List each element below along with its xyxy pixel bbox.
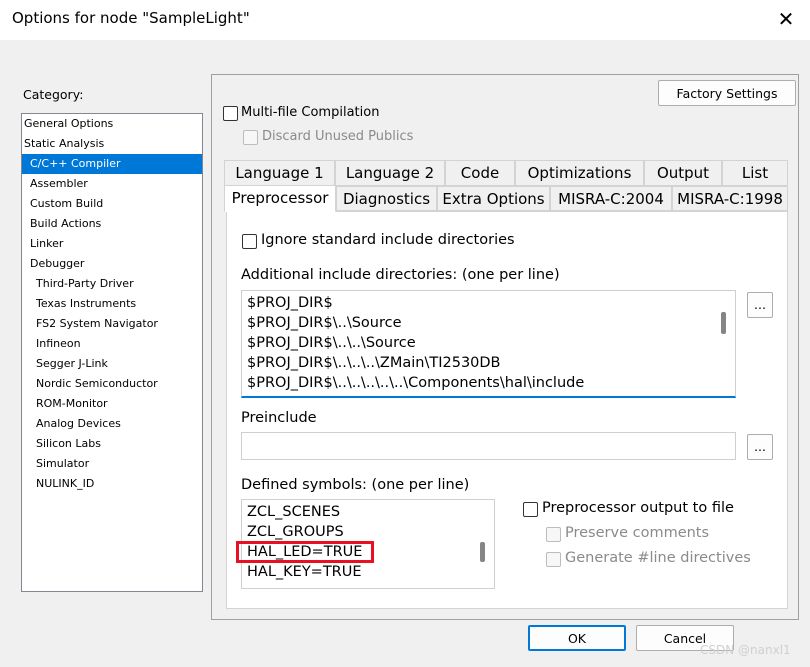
category-item-custom-build[interactable]: Custom Build (22, 194, 202, 214)
tab-list[interactable]: List (722, 160, 788, 186)
tab-optimizations[interactable]: Optimizations (515, 160, 644, 186)
preprocessor-output-checkbox[interactable] (523, 502, 538, 517)
defined-symbol-line: ZCL_SCENES (247, 504, 341, 520)
window-title: Options for node "SampleLight" (12, 9, 250, 27)
ignore-standard-include-checkbox[interactable] (242, 234, 257, 249)
tab-misra-c-1998[interactable]: MISRA-C:1998 (672, 186, 788, 211)
include-dirs-scrollbar[interactable] (721, 312, 726, 334)
tab-extra-options[interactable]: Extra Options (437, 186, 550, 211)
tab-language-1[interactable]: Language 1 (224, 160, 335, 186)
preinclude-browse-button[interactable]: ... (747, 434, 773, 460)
preprocessor-output-label: Preprocessor output to file (542, 500, 734, 516)
category-item-fs2-system-navigator[interactable]: FS2 System Navigator (22, 314, 202, 334)
category-item-assembler[interactable]: Assembler (22, 174, 202, 194)
factory-settings-button[interactable]: Factory Settings (658, 80, 796, 106)
category-item-rom-monitor[interactable]: ROM-Monitor (22, 394, 202, 414)
close-button[interactable]: ✕ (770, 6, 802, 34)
defined-symbols-scrollbar[interactable] (480, 542, 485, 562)
tab-preprocessor[interactable]: Preprocessor (224, 185, 336, 212)
ignore-standard-include-label: Ignore standard include directories (261, 232, 515, 248)
include-dirs-textarea[interactable]: $PROJ_DIR$ $PROJ_DIR$\..\Source $PROJ_DI… (241, 290, 736, 398)
discard-unused-publics-label: Discard Unused Publics (262, 129, 414, 144)
line-directives-checkbox[interactable] (546, 552, 561, 567)
preserve-comments-checkbox[interactable] (546, 527, 561, 542)
close-icon: ✕ (777, 7, 795, 31)
highlight-box (236, 541, 374, 563)
line-directives-label: Generate #line directives (565, 550, 751, 566)
include-dirs-browse-button[interactable]: ... (747, 292, 773, 318)
category-item-nordic-semiconductor[interactable]: Nordic Semiconductor (22, 374, 202, 394)
tab-output[interactable]: Output (644, 160, 722, 186)
category-item-infineon[interactable]: Infineon (22, 334, 202, 354)
category-item-linker[interactable]: Linker (22, 234, 202, 254)
include-dir-line: $PROJ_DIR$\..\Source (247, 315, 402, 331)
include-dir-line: $PROJ_DIR$\..\..\..\..\..\Components\hal… (247, 375, 585, 391)
defined-symbols-label: Defined symbols: (one per line) (241, 477, 470, 493)
include-dirs-label: Additional include directories: (one per… (241, 267, 560, 283)
multi-file-compilation-checkbox[interactable] (223, 106, 238, 121)
category-item-general-options[interactable]: General Options (22, 114, 202, 134)
defined-symbol-line: HAL_KEY=TRUE (247, 564, 362, 580)
category-item-simulator[interactable]: Simulator (22, 454, 202, 474)
discard-unused-publics-checkbox[interactable] (243, 130, 258, 145)
multi-file-compilation-label: Multi-file Compilation (241, 105, 380, 120)
watermark: CSDN @nanxl1 (700, 643, 791, 657)
category-item-debugger[interactable]: Debugger (22, 254, 202, 274)
tab-code[interactable]: Code (445, 160, 515, 186)
ok-button[interactable]: OK (528, 625, 626, 651)
include-dir-line: $PROJ_DIR$ (247, 295, 333, 311)
category-item-third-party-driver[interactable]: Third-Party Driver (22, 274, 202, 294)
preinclude-label: Preinclude (241, 410, 317, 426)
category-item-silicon-labs[interactable]: Silicon Labs (22, 434, 202, 454)
category-item-static-analysis[interactable]: Static Analysis (22, 134, 202, 154)
category-item-analog-devices[interactable]: Analog Devices (22, 414, 202, 434)
category-label: Category: (23, 87, 84, 102)
category-item-build-actions[interactable]: Build Actions (22, 214, 202, 234)
category-list[interactable]: General Options Static Analysis C/C++ Co… (21, 113, 203, 592)
category-item-texas-instruments[interactable]: Texas Instruments (22, 294, 202, 314)
include-dir-line: $PROJ_DIR$\..\..\Source (247, 335, 416, 351)
tab-language-2[interactable]: Language 2 (335, 160, 445, 186)
preinclude-input[interactable] (241, 432, 736, 460)
include-dir-line: $PROJ_DIR$\..\..\..\ZMain\TI2530DB (247, 355, 501, 371)
defined-symbol-line: ZCL_GROUPS (247, 524, 344, 540)
category-item-nulink-id[interactable]: NULINK_ID (22, 474, 202, 494)
tab-diagnostics[interactable]: Diagnostics (336, 186, 437, 211)
tab-misra-c-2004[interactable]: MISRA-C:2004 (550, 186, 672, 211)
preserve-comments-label: Preserve comments (565, 525, 710, 541)
category-item-c-cpp-compiler[interactable]: C/C++ Compiler (22, 154, 202, 174)
category-item-segger-jlink[interactable]: Segger J-Link (22, 354, 202, 374)
